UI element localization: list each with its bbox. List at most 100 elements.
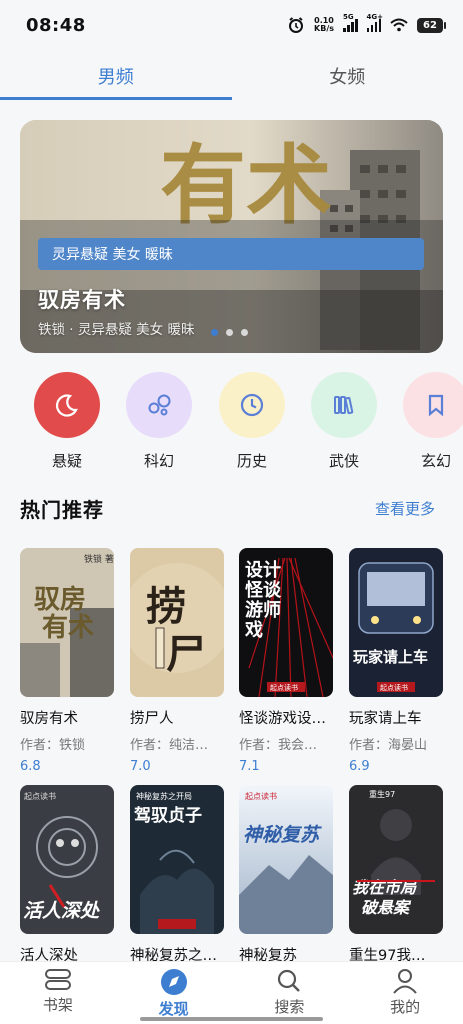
books-icon: [334, 396, 354, 415]
book-cover: 重生97 我在市局 破悬案: [349, 785, 443, 934]
status-icons: 0.10 KB/s 5G 4G+ 62: [287, 13, 446, 34]
profile-icon: [393, 969, 417, 994]
speed-unit: KB/s: [314, 24, 334, 33]
nav-search[interactable]: 搜索: [232, 962, 348, 1024]
banner-title: 驭房有术: [38, 288, 126, 312]
svg-text:游师: 游师: [245, 599, 281, 621]
category-icon-bg: [403, 372, 463, 438]
category-fantasy[interactable]: 玄幻: [403, 372, 463, 471]
nav-profile[interactable]: 我的: [347, 962, 463, 1024]
category-icon-bg: [126, 372, 192, 438]
svg-text:设计: 设计: [245, 559, 281, 581]
banner-pagination: [211, 329, 248, 336]
tab-male[interactable]: 男频: [0, 50, 232, 102]
book-card[interactable]: 设计 怪谈 游师 戏 起点读书 怪谈游戏设… 作者：我会… 7.1: [239, 548, 333, 774]
svg-text:玩家请上车: 玩家请上车: [353, 648, 428, 666]
bookshelf-icon: [44, 969, 71, 990]
book-cover: 设计 怪谈 游师 戏 起点读书: [239, 548, 333, 697]
banner-tags: 灵异悬疑 美女 暖昧: [38, 238, 424, 270]
clock-icon: [240, 393, 264, 417]
banner-dot[interactable]: [241, 329, 248, 336]
book-card[interactable]: 玩家请上车 起点读书 玩家请上车 作者：海晏山 6.9: [349, 548, 443, 774]
category-icon-bg: [34, 372, 100, 438]
category-history[interactable]: 历史: [219, 372, 285, 471]
alarm-icon: [287, 16, 305, 34]
svg-text:怪谈: 怪谈: [245, 579, 282, 601]
category-label: 武侠: [328, 452, 359, 470]
book-card[interactable]: 起点读书 活人深处 活人深处: [20, 785, 114, 965]
book-cover: 玩家请上车 起点读书: [349, 548, 443, 697]
svg-text:驭房: 驭房: [34, 585, 86, 615]
cover-corner: 起点读书: [380, 683, 408, 692]
svg-text:破悬案: 破悬案: [361, 898, 412, 917]
category-label: 玄幻: [420, 452, 451, 470]
bookmark-icon: [428, 394, 444, 417]
book-author: 作者：铁锁: [20, 738, 86, 753]
svg-text:戏: 戏: [244, 620, 263, 641]
book-card[interactable]: 重生97 我在市局 破悬案 重生97我…: [349, 785, 443, 965]
category-row: 悬疑 科幻 历史 武侠 玄幻: [0, 372, 463, 472]
book-card[interactable]: 驭房 有术 铁锁 著 驭房有术 作者：铁锁 6.8: [20, 548, 114, 774]
see-more-link[interactable]: 查看更多: [375, 498, 435, 519]
nav-label: 书架: [42, 996, 73, 1014]
book-author: 作者：我会…: [239, 738, 318, 753]
compass-icon: [160, 969, 187, 995]
bubbles-icon: [148, 394, 171, 416]
nav-label: 发现: [158, 1000, 189, 1018]
nav-bookshelf[interactable]: 书架: [0, 962, 116, 1024]
book-cover: 起点读书 活人深处: [20, 785, 114, 934]
cover-corner: 重生97: [369, 789, 395, 799]
status-bar: 08:48 0.10 KB/s 5G 4G+ 62: [0, 0, 463, 50]
signal-4g-label: 4G+: [366, 13, 383, 21]
book-cover: 神秘复苏之开局 驾驭贞子: [130, 785, 224, 934]
battery-icon: 62: [417, 17, 446, 33]
banner-dot[interactable]: [211, 329, 218, 336]
svg-text:神秘复苏: 神秘复苏: [243, 824, 322, 846]
moon-icon: [55, 394, 78, 417]
book-title: 驭房有术: [20, 711, 78, 727]
gender-tabs: 男频 女频: [0, 50, 463, 102]
category-icon-bg: [219, 372, 285, 438]
svg-text:捞: 捞: [146, 583, 186, 630]
book-card[interactable]: 起点读书 神秘复苏 神秘复苏: [239, 785, 333, 965]
signal-4g-icon: 4G+: [366, 13, 383, 32]
book-score: 6.9: [349, 759, 370, 774]
network-speed: 0.10 KB/s: [314, 17, 334, 33]
svg-text:有术: 有术: [42, 613, 94, 643]
book-card[interactable]: 捞 尸 捞尸人 作者：纯洁… 7.0: [130, 548, 224, 774]
book-cover: 驭房 有术 铁锁 著: [20, 548, 114, 697]
battery-level: 62: [423, 19, 437, 31]
cover-corner: 神秘复苏之开局: [136, 791, 192, 801]
book-title: 怪谈游戏设…: [239, 711, 326, 727]
bottom-nav: 书架 发现 搜索 我的: [0, 961, 463, 1024]
category-wuxia[interactable]: 武侠: [311, 372, 377, 471]
nav-label: 我的: [390, 998, 421, 1016]
signal-5g-icon: 5G: [343, 13, 358, 32]
book-author: 作者：海晏山: [349, 738, 428, 753]
section-title: 热门推荐: [20, 498, 104, 522]
cover-corner: 起点读书: [24, 791, 56, 801]
book-score: 7.1: [239, 759, 260, 774]
cover-corner: 铁锁 著: [84, 553, 114, 565]
book-card[interactable]: 神秘复苏之开局 驾驭贞子 神秘复苏之…: [130, 785, 224, 965]
svg-text:尸: 尸: [166, 631, 206, 678]
category-label: 历史: [236, 452, 267, 470]
svg-text:驾驭贞子: 驾驭贞子: [134, 805, 202, 826]
banner-dot[interactable]: [226, 329, 233, 336]
book-title: 玩家请上车: [349, 711, 422, 727]
search-icon: [278, 969, 301, 992]
category-suspense[interactable]: 悬疑: [34, 372, 100, 471]
status-time: 08:48: [26, 14, 86, 36]
tab-female[interactable]: 女频: [232, 50, 463, 102]
wifi-icon: [390, 18, 408, 32]
book-score: 7.0: [130, 759, 151, 774]
signal-5g-label: 5G: [343, 13, 354, 21]
nav-discover[interactable]: 发现: [116, 962, 232, 1024]
category-scifi[interactable]: 科幻: [126, 372, 192, 471]
book-author: 作者：纯洁…: [130, 738, 209, 753]
nav-label: 搜索: [274, 998, 305, 1016]
banner-subtitle: 铁锁 · 灵异悬疑 美女 暖昧: [38, 322, 195, 338]
category-label: 科幻: [143, 452, 174, 470]
featured-banner[interactable]: 有术 灵异悬疑 美女 暖昧 驭房有术 铁锁 · 灵异悬疑 美女 暖昧: [20, 120, 443, 353]
book-cover: 捞 尸: [130, 548, 224, 697]
